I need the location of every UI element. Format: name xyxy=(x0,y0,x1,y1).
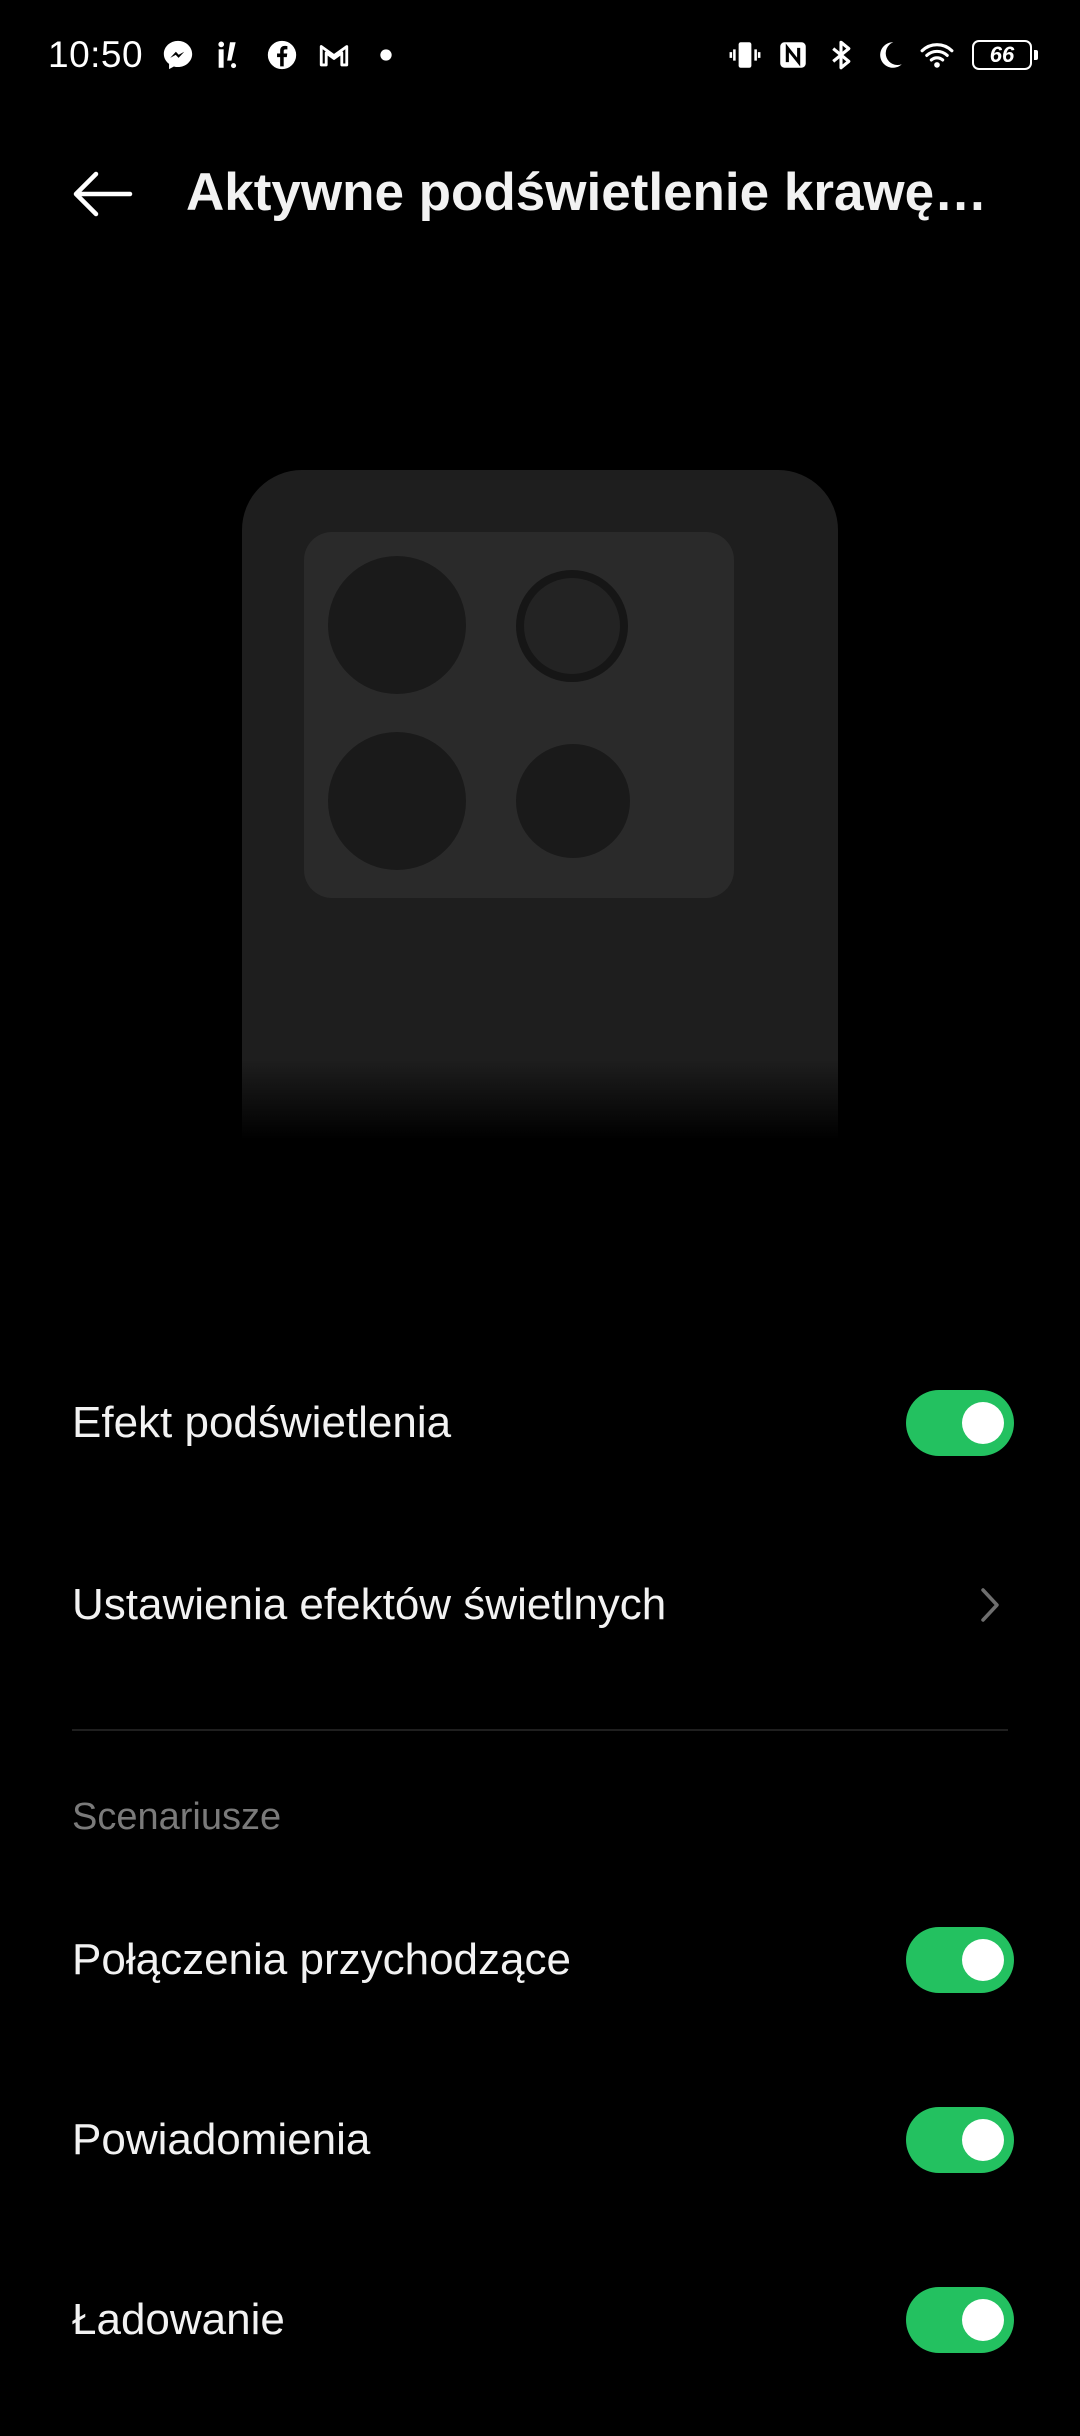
page-title: Aktywne podświetlenie krawędz... xyxy=(186,163,1006,222)
section-divider xyxy=(72,1729,1008,1731)
back-arrow-icon xyxy=(73,171,133,217)
wifi-icon xyxy=(920,38,954,72)
incoming-calls-toggle[interactable] xyxy=(906,1927,1014,1993)
back-button[interactable] xyxy=(62,164,142,224)
status-right-group: 66 xyxy=(728,38,1038,72)
section-header-scenarios: Scenariusze xyxy=(72,1796,282,1838)
scenario-incoming-calls[interactable]: Połączenia przychodzące xyxy=(0,1885,1080,2035)
vibrate-icon xyxy=(728,38,762,72)
setting-light-effect-settings[interactable]: Ustawienia efektów świetlnych xyxy=(0,1530,1080,1680)
bluetooth-icon xyxy=(824,38,858,72)
setting-light-effect[interactable]: Efekt podświetlenia xyxy=(0,1348,1080,1498)
battery-icon: 66 xyxy=(972,40,1038,70)
status-left-group: 10:50 xyxy=(48,34,403,76)
toggle-knob xyxy=(962,1939,1004,1981)
camera-lens xyxy=(328,556,466,694)
do-not-disturb-icon xyxy=(872,38,906,72)
toggle-knob xyxy=(962,2299,1004,2341)
setting-label: Ustawienia efektów świetlnych xyxy=(72,1580,667,1629)
status-bar: 10:50 66 xyxy=(0,0,1080,110)
more-dot-icon xyxy=(369,38,403,72)
setting-label: Efekt podświetlenia xyxy=(72,1398,452,1447)
camera-lens xyxy=(328,732,466,870)
camera-lens xyxy=(516,744,630,858)
scenario-notifications[interactable]: Powiadomienia xyxy=(0,2065,1080,2215)
scenario-charging[interactable]: Ładowanie xyxy=(0,2245,1080,2395)
chevron-right-icon xyxy=(981,1588,999,1622)
setting-label: Ładowanie xyxy=(72,2295,285,2344)
nfc-icon xyxy=(776,38,810,72)
app-notification-icon xyxy=(213,38,247,72)
toggle-knob xyxy=(962,2119,1004,2161)
setting-label: Połączenia przychodzące xyxy=(72,1935,571,1984)
notifications-toggle[interactable] xyxy=(906,2107,1014,2173)
camera-module-illustration xyxy=(304,532,734,898)
status-time: 10:50 xyxy=(48,34,144,75)
camera-lens xyxy=(516,570,628,682)
battery-level: 66 xyxy=(989,42,1015,67)
setting-label: Powiadomienia xyxy=(72,2115,371,2164)
messenger-icon xyxy=(161,38,195,72)
light-effect-toggle[interactable] xyxy=(906,1390,1014,1456)
charging-toggle[interactable] xyxy=(906,2287,1014,2353)
facebook-icon xyxy=(265,38,299,72)
app-bar: Aktywne podświetlenie krawędz... xyxy=(0,140,1080,250)
gmail-icon xyxy=(317,38,351,72)
toggle-knob xyxy=(962,1402,1004,1444)
phone-back-illustration xyxy=(242,470,838,1140)
